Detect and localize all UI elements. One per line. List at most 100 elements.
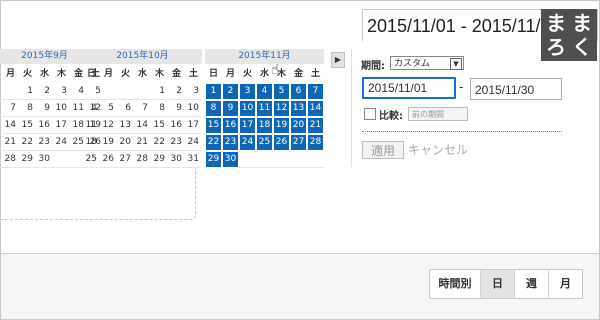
apply-button[interactable]: 適用 — [362, 141, 404, 159]
calendar-grid: 日月火水木金土123456789101112131415161718192021… — [83, 66, 202, 168]
selected-day-cell[interactable]: 10 — [239, 100, 256, 117]
day-cell[interactable]: 29 — [19, 151, 36, 168]
day-cell[interactable]: 30 — [36, 151, 53, 168]
day-cell[interactable]: 23 — [168, 134, 185, 151]
view-hourly-button[interactable]: 時間別 — [430, 270, 480, 298]
selected-day-cell[interactable]: 29 — [205, 151, 222, 168]
selected-day-cell[interactable]: 19 — [273, 117, 290, 134]
selected-day-cell[interactable]: 23 — [222, 134, 239, 151]
empty-day-cell — [117, 83, 134, 100]
selected-day-cell[interactable]: 27 — [290, 134, 307, 151]
day-cell[interactable]: 15 — [151, 117, 168, 134]
selected-day-cell[interactable]: 11 — [256, 100, 273, 117]
selected-day-cell[interactable]: 13 — [290, 100, 307, 117]
day-cell[interactable]: 27 — [117, 151, 134, 168]
selected-day-cell[interactable]: 25 — [256, 134, 273, 151]
day-cell[interactable]: 3 — [185, 83, 202, 100]
day-cell[interactable]: 6 — [117, 100, 134, 117]
day-cell[interactable]: 22 — [151, 134, 168, 151]
selected-day-cell[interactable]: 14 — [307, 100, 324, 117]
day-cell[interactable]: 19 — [100, 134, 117, 151]
day-cell[interactable]: 8 — [151, 100, 168, 117]
view-week-button[interactable]: 週 — [514, 270, 548, 298]
selected-day-cell[interactable]: 8 — [205, 100, 222, 117]
selected-day-cell[interactable]: 28 — [307, 134, 324, 151]
day-cell[interactable]: 1 — [19, 83, 36, 100]
selected-day-cell[interactable]: 6 — [290, 83, 307, 100]
empty-day-cell — [134, 83, 151, 100]
day-cell[interactable]: 29 — [151, 151, 168, 168]
day-cell[interactable]: 17 — [185, 117, 202, 134]
day-cell[interactable]: 9 — [36, 100, 53, 117]
day-cell[interactable]: 1 — [151, 83, 168, 100]
view-month-button[interactable]: 月 — [548, 270, 582, 298]
view-day-button[interactable]: 日 — [480, 270, 514, 298]
day-cell[interactable]: 9 — [168, 100, 185, 117]
day-cell[interactable]: 16 — [36, 117, 53, 134]
selected-day-cell[interactable]: 15 — [205, 117, 222, 134]
selected-day-cell[interactable]: 4 — [256, 83, 273, 100]
logo-char: ろ — [546, 35, 566, 59]
day-cell[interactable]: 14 — [134, 117, 151, 134]
day-cell[interactable]: 31 — [185, 151, 202, 168]
selected-day-cell[interactable]: 3 — [239, 83, 256, 100]
period-select[interactable]: カスタム ▼ — [390, 56, 464, 70]
day-cell[interactable]: 14 — [2, 117, 19, 134]
selected-day-cell[interactable]: 17 — [239, 117, 256, 134]
day-cell[interactable]: 15 — [19, 117, 36, 134]
day-cell[interactable]: 12 — [100, 117, 117, 134]
start-date-input[interactable]: 2015/11/01 — [362, 77, 456, 99]
day-cell[interactable]: 23 — [36, 134, 53, 151]
selected-day-cell[interactable]: 20 — [290, 117, 307, 134]
selected-day-cell[interactable]: 26 — [273, 134, 290, 151]
day-cell[interactable]: 21 — [134, 134, 151, 151]
day-cell[interactable]: 28 — [134, 151, 151, 168]
selected-day-cell[interactable]: 21 — [307, 117, 324, 134]
day-cell[interactable]: 24 — [53, 134, 70, 151]
selected-day-cell[interactable]: 2 — [222, 83, 239, 100]
day-cell[interactable]: 4 — [83, 100, 100, 117]
day-cell[interactable]: 20 — [117, 134, 134, 151]
day-cell[interactable]: 5 — [100, 100, 117, 117]
day-cell[interactable]: 13 — [117, 117, 134, 134]
day-cell[interactable]: 22 — [19, 134, 36, 151]
day-cell[interactable]: 26 — [100, 151, 117, 168]
empty-day-cell — [256, 151, 273, 168]
selected-day-cell[interactable]: 22 — [205, 134, 222, 151]
day-cell[interactable]: 11 — [83, 117, 100, 134]
day-cell[interactable]: 2 — [168, 83, 185, 100]
end-date-input[interactable]: 2015/11/30 — [470, 78, 562, 100]
day-cell[interactable]: 17 — [53, 117, 70, 134]
compare-checkbox[interactable] — [364, 108, 376, 120]
selected-day-cell[interactable]: 5 — [273, 83, 290, 100]
calendar-grid: 日月火水木金土123456789101112131415161718192021… — [205, 66, 324, 168]
day-cell[interactable]: 7 — [2, 100, 19, 117]
selected-day-cell[interactable]: 9 — [222, 100, 239, 117]
day-cell[interactable]: 3 — [53, 83, 70, 100]
selected-day-cell[interactable]: 12 — [273, 100, 290, 117]
day-cell[interactable]: 8 — [19, 100, 36, 117]
day-cell[interactable]: 28 — [2, 151, 19, 168]
selected-day-cell[interactable]: 30 — [222, 151, 239, 168]
day-cell[interactable]: 10 — [185, 100, 202, 117]
selected-day-cell[interactable]: 16 — [222, 117, 239, 134]
date-controls: 期間: カスタム ▼ 2015/11/01 - 2015/11/30 比較: 前… — [351, 49, 598, 167]
day-cell[interactable]: 2 — [36, 83, 53, 100]
cancel-link[interactable]: キャンセル — [408, 141, 468, 159]
day-cell[interactable]: 25 — [83, 151, 100, 168]
day-cell[interactable]: 24 — [185, 134, 202, 151]
selected-day-cell[interactable]: 24 — [239, 134, 256, 151]
logo-char: く — [572, 35, 592, 59]
next-month-button[interactable]: ▶ — [331, 52, 345, 68]
day-cell[interactable]: 30 — [168, 151, 185, 168]
compare-select[interactable]: 前の期間 — [408, 107, 468, 121]
day-cell[interactable]: 21 — [2, 134, 19, 151]
day-cell[interactable]: 16 — [168, 117, 185, 134]
selected-day-cell[interactable]: 18 — [256, 117, 273, 134]
selected-day-cell[interactable]: 7 — [307, 83, 324, 100]
day-cell[interactable]: 18 — [83, 134, 100, 151]
weekday-header: 木 — [56, 69, 66, 79]
selected-day-cell[interactable]: 1 — [205, 83, 222, 100]
day-cell[interactable]: 10 — [53, 100, 70, 117]
day-cell[interactable]: 7 — [134, 100, 151, 117]
